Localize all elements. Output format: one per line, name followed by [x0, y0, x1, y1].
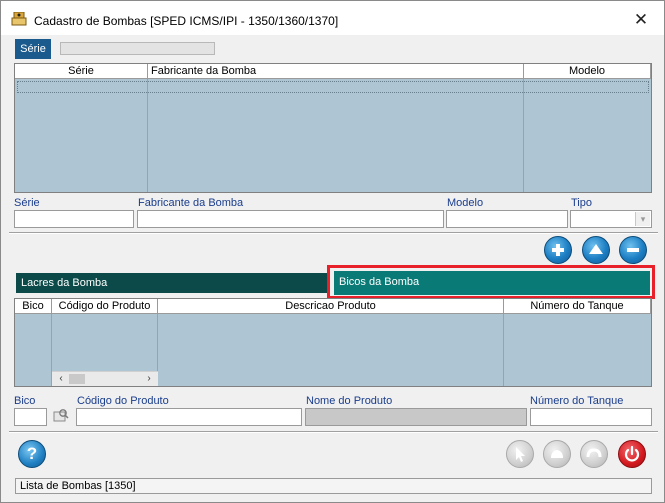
- cadastro-bombas-window: Cadastro de Bombas [SPED ICMS/IPI - 1350…: [0, 0, 665, 503]
- chevron-down-icon[interactable]: ▾: [635, 212, 650, 226]
- grid-col-divider: [503, 314, 504, 386]
- modelo-field[interactable]: [446, 210, 568, 228]
- divider: [9, 232, 658, 234]
- tipo-select[interactable]: ▾: [570, 210, 652, 228]
- modelo-label: Modelo: [447, 197, 484, 209]
- status-bar: Lista de Bombas [1350]: [15, 478, 652, 494]
- grid-header-serie[interactable]: Série: [15, 64, 148, 79]
- add-button[interactable]: [544, 236, 572, 264]
- grid-header-descricao-produto[interactable]: Descricao Produto: [158, 299, 504, 314]
- close-icon[interactable]: ✕: [631, 11, 651, 28]
- gray-action-button-1[interactable]: [506, 440, 534, 468]
- grid-header-bico[interactable]: Bico: [15, 299, 52, 314]
- bombas-grid[interactable]: Série Fabricante da Bomba Modelo: [14, 63, 652, 193]
- codigo-produto-label: Código do Produto: [77, 395, 169, 407]
- serie-label: Série: [14, 197, 40, 209]
- power-icon: [624, 445, 640, 462]
- nome-produto-label: Nome do Produto: [306, 395, 393, 407]
- grid-col-divider: [147, 79, 148, 192]
- gray-action-button-3[interactable]: [580, 440, 608, 468]
- bico-label: Bico: [14, 395, 36, 407]
- scroll-thumb[interactable]: [69, 374, 85, 384]
- tipo-label: Tipo: [571, 197, 592, 209]
- bicos-grid[interactable]: Bico Código do Produto Descricao Produto…: [14, 298, 652, 387]
- lookup-icon[interactable]: [53, 407, 69, 423]
- undo-icon: [586, 448, 602, 458]
- scroll-left-icon[interactable]: ‹: [54, 373, 68, 385]
- plus-icon: [552, 244, 564, 256]
- fabricante-label: Fabricante da Bomba: [138, 197, 244, 209]
- gray-action-button-2[interactable]: [543, 440, 571, 468]
- divider: [9, 431, 658, 433]
- codigo-produto-field[interactable]: [76, 408, 302, 426]
- scroll-right-icon[interactable]: ›: [142, 373, 156, 385]
- highlight-box: [327, 265, 655, 299]
- grid-header-numero-tanque[interactable]: Número do Tanque: [504, 299, 651, 314]
- grid-col-divider: [523, 79, 524, 192]
- numero-tanque-label: Número do Tanque: [530, 395, 624, 407]
- grid-header-codigo-produto[interactable]: Código do Produto: [52, 299, 158, 314]
- app-icon: [11, 12, 27, 26]
- nome-produto-field: [305, 408, 527, 426]
- hand-icon: [551, 450, 563, 458]
- bico-field[interactable]: [14, 408, 47, 426]
- tab-lacres-da-bomba[interactable]: Lacres da Bomba: [16, 273, 330, 293]
- grid-header-fabricante[interactable]: Fabricante da Bomba: [148, 64, 524, 79]
- numero-tanque-field[interactable]: [530, 408, 652, 426]
- move-up-button[interactable]: [582, 236, 610, 264]
- arrow-up-icon: [589, 244, 603, 254]
- help-button[interactable]: ?: [18, 440, 46, 468]
- grid-selected-row[interactable]: [17, 81, 649, 93]
- minus-icon: [627, 248, 639, 252]
- remove-button[interactable]: [619, 236, 647, 264]
- grid-header-fabricante-label: Fabricante da Bomba: [151, 65, 257, 77]
- cursor-icon: [516, 447, 525, 462]
- question-icon: ?: [26, 444, 38, 463]
- fabricante-field[interactable]: [137, 210, 444, 228]
- grid-header-modelo[interactable]: Modelo: [524, 64, 651, 79]
- tab-serie[interactable]: Série: [15, 39, 51, 59]
- title-bar: Cadastro de Bombas [SPED ICMS/IPI - 1350…: [1, 1, 664, 35]
- window-title: Cadastro de Bombas [SPED ICMS/IPI - 1350…: [34, 14, 339, 28]
- tab-track: [60, 42, 215, 55]
- serie-field[interactable]: [14, 210, 134, 228]
- exit-button[interactable]: [618, 440, 646, 468]
- horizontal-scrollbar[interactable]: ‹ ›: [52, 371, 158, 386]
